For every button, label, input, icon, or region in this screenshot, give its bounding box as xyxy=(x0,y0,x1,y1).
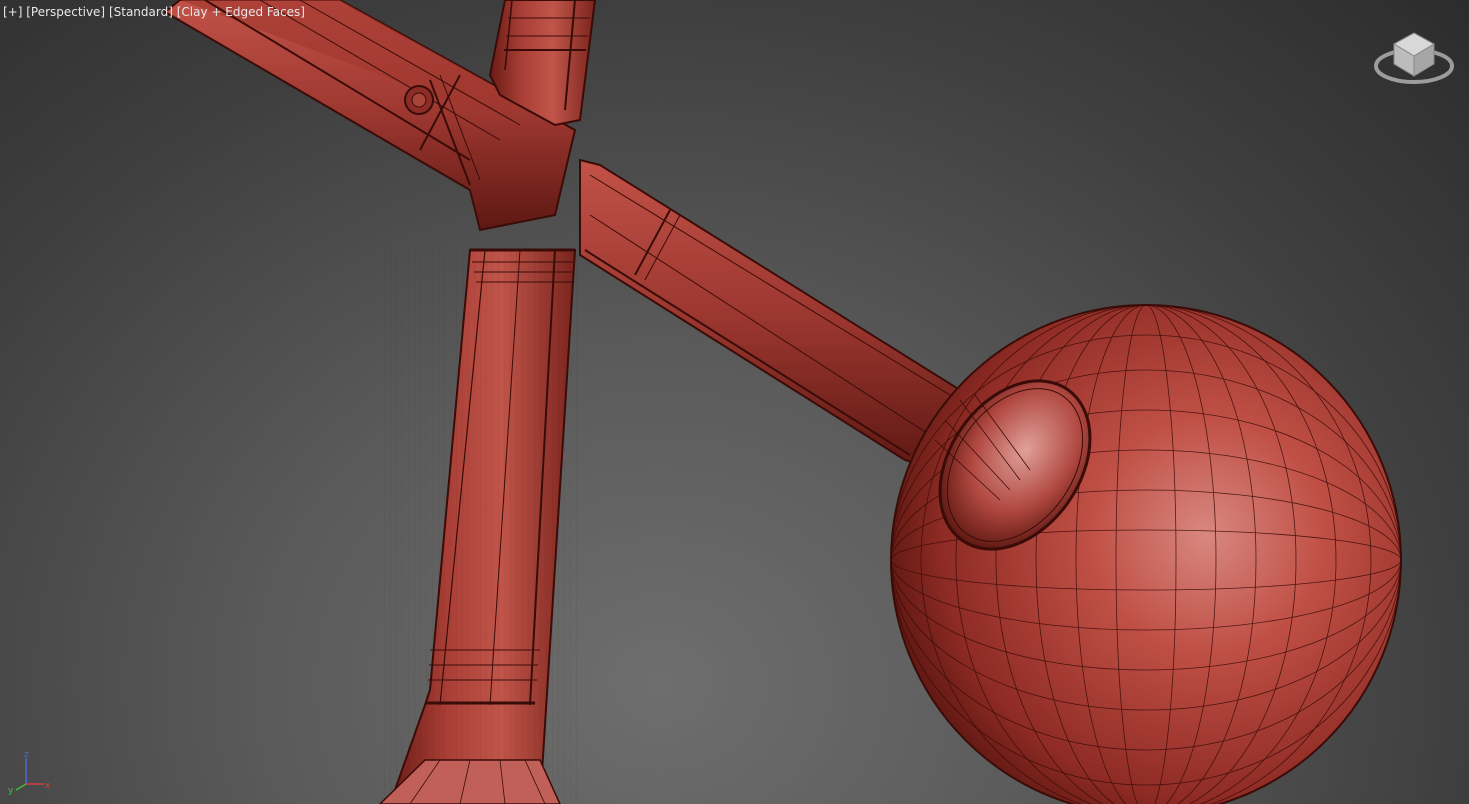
viewport-menu-standard[interactable]: [Standard] xyxy=(109,5,173,19)
axis-y-label: y xyxy=(8,786,14,796)
axis-x-label: x xyxy=(45,781,51,791)
viewport-menu-perspective[interactable]: [Perspective] xyxy=(26,5,105,19)
viewcube-icon[interactable] xyxy=(1372,28,1456,88)
viewport-scene[interactable] xyxy=(0,0,1469,804)
viewport-menu-plus[interactable]: [+] xyxy=(3,5,22,19)
sphere-ball[interactable] xyxy=(890,304,1402,804)
viewport-menu-visual-style[interactable]: [Clay + Edged Faces] xyxy=(177,5,305,19)
axis-tripod: z x y xyxy=(8,750,51,796)
viewport-label[interactable]: [+] [Perspective] [Standard] [Clay + Edg… xyxy=(3,5,305,19)
bolt-head xyxy=(404,85,434,115)
axis-z-label: z xyxy=(24,750,29,760)
